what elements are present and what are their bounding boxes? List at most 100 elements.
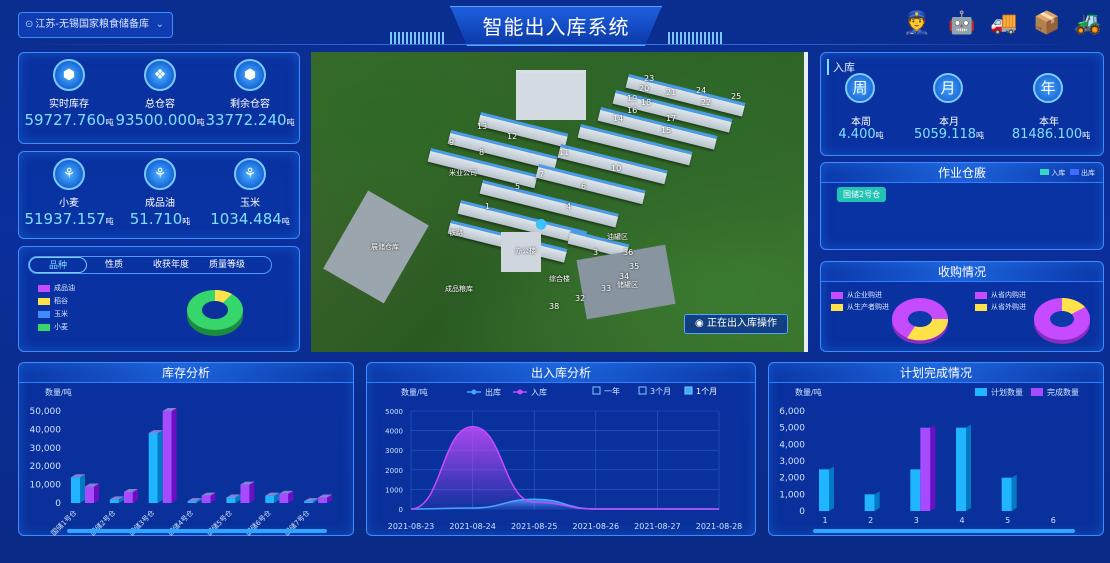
police-badge-icon[interactable]: 👮 — [903, 10, 931, 38]
chart-bar — [162, 411, 172, 503]
box-icon[interactable]: 📦 — [1033, 10, 1061, 38]
header: ⊙ 江苏-无锡国家粮食储备库 ⌄ 智能出入库系统 👮 🤖 🚚 📦 🚜 — [0, 0, 1110, 48]
legend-item: 从省外购进 — [975, 302, 1026, 312]
grain-summary-panel: ⚘ 小麦 51937.157吨 ⚘ 成品油 51.710吨 ⚘ 玉米 1034.… — [18, 151, 300, 239]
decor-stripes-right — [668, 32, 724, 44]
map-number: 23 — [644, 74, 655, 83]
chart-bar-side — [839, 508, 844, 511]
chart-bar-side — [976, 508, 981, 511]
chart-bar-side — [80, 474, 85, 503]
purchase-title: 收购情况 — [821, 262, 1103, 282]
donut-hole — [202, 301, 228, 319]
inout-area-chart: 数量/吨 出库 入库 一年 3个月 1个月 5000 4000 3000 2000 1000 0 202… — [385, 386, 742, 531]
map-number: 1 — [485, 202, 491, 211]
header-divider — [20, 44, 1090, 45]
chart-bar — [109, 499, 119, 503]
chart-bar — [71, 477, 80, 503]
stock-stat-remaining: ⬢ 剩余仓容 33772.240吨 — [205, 59, 295, 129]
range-option-label: 3个月 — [650, 387, 671, 396]
y-tick-label: 4,000 — [779, 440, 805, 450]
legend-swatch — [38, 297, 50, 305]
map-number: 25 — [731, 92, 742, 101]
chart-bar-side — [1057, 508, 1063, 511]
forklift-icon[interactable]: 🚜 — [1074, 10, 1102, 38]
chart-bar — [819, 469, 829, 511]
map-edge — [804, 52, 808, 352]
operation-status-button[interactable]: ◉ 正在出入库操作 — [684, 314, 788, 334]
stock-summary-panel: ⬢ 实时库存 59727.760吨 ❖ 总仓容 93500.000吨 ⬢ 剩余仓… — [18, 52, 300, 144]
stat-unit: 吨 — [182, 217, 191, 226]
y-tick-label: 20,000 — [30, 462, 62, 472]
chart-bar — [226, 497, 236, 503]
chart-bar — [920, 427, 931, 511]
legend-label: 从企业购进 — [847, 291, 882, 299]
legend-label: 入库 — [1051, 169, 1066, 177]
unit-text: 吨 — [1082, 131, 1091, 140]
tab-nature[interactable]: 性质 — [105, 257, 123, 273]
stat-value: 59727.760 — [24, 111, 106, 129]
map-number: 8 — [479, 148, 485, 157]
work-warehouse-panel: 作业仓廒 入库 出库 国储2号仓 — [820, 162, 1104, 250]
purchase-donut-left — [892, 298, 949, 344]
warehouse-map[interactable]: ● 23 20 21 24 25 19 18 22 16 14 17 13 12… — [311, 52, 808, 352]
legend-swatch — [975, 291, 987, 299]
cube-icon: ⬢ — [53, 59, 85, 91]
y-tick-label: 4000 — [385, 428, 403, 436]
location-pin-icon[interactable]: ● — [535, 216, 547, 232]
chart-bar-side — [930, 424, 936, 511]
wheat-icon: ⚘ — [234, 158, 266, 190]
title-text: 出入库分析 — [530, 366, 591, 380]
chart-bar-side — [884, 508, 890, 511]
chart-bar-side — [1021, 508, 1027, 511]
map-office-tower — [516, 70, 586, 120]
active-warehouse-tag[interactable]: 国储2号仓 — [837, 187, 887, 202]
map-number: 33 — [601, 284, 612, 293]
robot-icon[interactable]: 🤖 — [948, 10, 976, 38]
map-label: 储罐区 — [617, 281, 638, 289]
tab-harvest-year[interactable]: 收获年度 — [153, 257, 189, 273]
stock-stat-realtime: ⬢ 实时库存 59727.760吨 — [24, 59, 114, 129]
legend-swatch — [975, 388, 987, 396]
location-select[interactable]: ⊙ 江苏-无锡国家粮食储备库 ⌄ — [18, 12, 173, 38]
legend-label: 出库 — [1081, 169, 1095, 177]
truck-icon[interactable]: 🚚 — [990, 10, 1018, 38]
y-tick-label: 40,000 — [30, 425, 62, 435]
stat-value: 93500.000 — [115, 111, 197, 129]
legend-item: 玉米 — [38, 309, 68, 319]
location-label: 江苏-无锡国家粮食储备库 — [35, 19, 149, 30]
legend-item: 稻谷 — [38, 296, 68, 306]
chart-bar — [956, 427, 966, 511]
map-number: 13 — [477, 122, 488, 131]
map-number: 24 — [696, 86, 707, 95]
legend-label: 完成数量 — [1047, 387, 1079, 397]
range-checkbox — [638, 386, 647, 395]
chart-bar — [864, 494, 875, 511]
map-number: 18 — [641, 98, 652, 107]
location-pin-icon: ◉ — [695, 318, 707, 329]
y-tick-label: 0 — [399, 506, 403, 514]
map-number: 32 — [575, 294, 586, 303]
inventory-analysis-panel: 库存分析 数量/吨 50,000 40,000 30,000 20,000 10,000 0… — [18, 362, 354, 537]
tab-variety[interactable]: 品种 — [29, 257, 87, 273]
chart-title: 计划完成情况 — [769, 363, 1103, 383]
legend-marker — [471, 389, 477, 395]
tab-quality-grade[interactable]: 质量等级 — [209, 257, 245, 273]
week-icon: 周 — [845, 73, 875, 103]
chart-bar — [1001, 477, 1012, 511]
unit-text: 吨 — [875, 131, 884, 140]
page-title: 智能出入库系统 — [450, 6, 662, 46]
map-label: 综合楼 — [549, 275, 570, 283]
legend-label: 出库 — [485, 387, 501, 397]
x-tick-label: 2021-08-23 — [388, 522, 435, 531]
y-tick-label: 0 — [799, 507, 805, 517]
title-text: 收购情况 — [937, 265, 986, 279]
stat-value: 33772.240 — [205, 111, 287, 129]
legend-item: 从生产者购进 — [831, 302, 889, 312]
inbound-label: 本月 — [939, 117, 959, 128]
status-label: 正在出入库操作 — [706, 318, 777, 329]
stock-stat-total: ❖ 总仓容 93500.000吨 — [115, 59, 205, 129]
map-number: 21 — [666, 88, 677, 97]
chevron-down-icon: ⌄ — [155, 19, 164, 30]
legend-item: 小麦 — [38, 322, 68, 332]
map-number: 20 — [639, 84, 650, 93]
